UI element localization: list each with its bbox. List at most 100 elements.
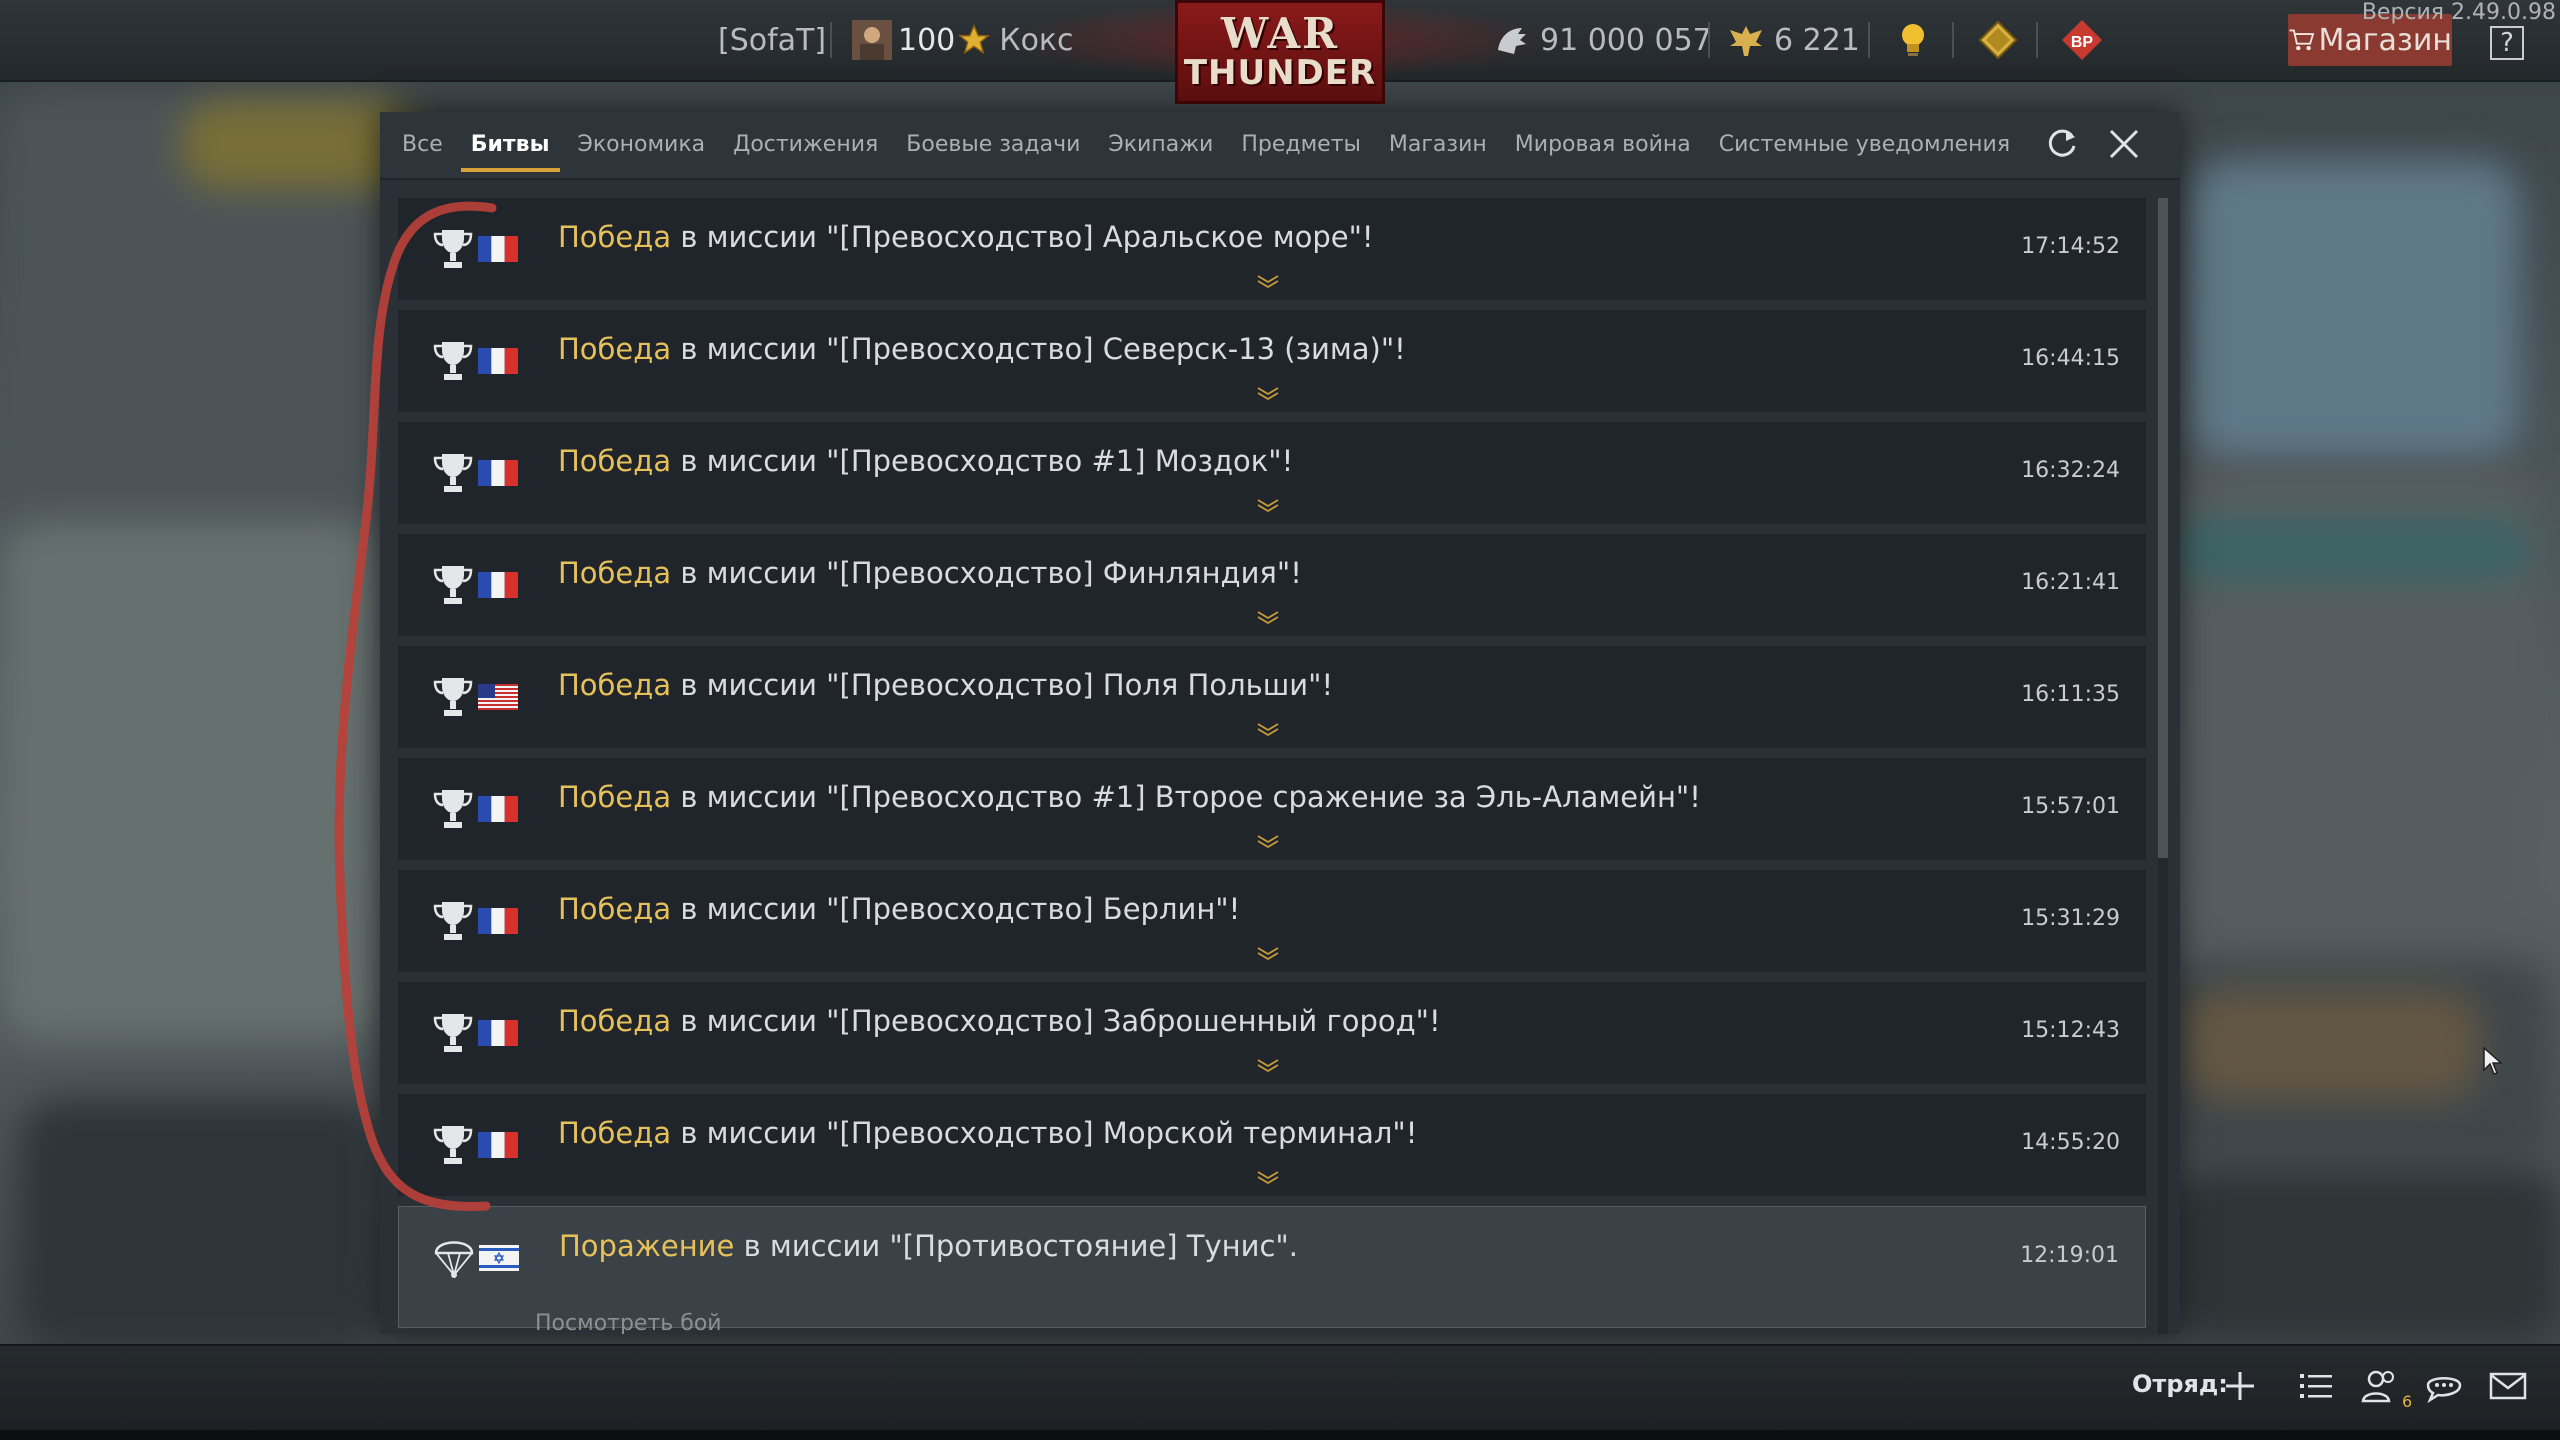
battle-result: Победа xyxy=(558,1004,672,1038)
expand-chevron-icon[interactable] xyxy=(1256,1170,1280,1184)
notification-time: 12:19:01 xyxy=(2020,1243,2119,1268)
notification-message: Поражение в миссии "[Противостояние] Тун… xyxy=(559,1229,1298,1263)
battle-pass-icon: BP xyxy=(2062,20,2102,60)
notification-message: Победа в миссии "[Превосходство] Морской… xyxy=(558,1116,1417,1150)
mission-text: в миссии "[Превосходство] Берлин"! xyxy=(671,892,1241,926)
notification-message: Победа в миссии "[Превосходство] Заброше… xyxy=(558,1004,1441,1038)
tab-achievements[interactable]: Достижения xyxy=(719,112,892,178)
chat-button[interactable] xyxy=(2422,1364,2466,1408)
squad-label: Отряд: xyxy=(2132,1370,2228,1398)
close-icon xyxy=(2109,129,2139,159)
notification-message: Победа в миссии "[Превосходство #1] Втор… xyxy=(558,780,1701,814)
trophy-icon xyxy=(433,678,473,716)
player-level: 100 xyxy=(898,22,956,58)
notification-row[interactable]: Поражение в миссии "[Противостояние] Тун… xyxy=(398,1206,2146,1334)
war-thunder-logo[interactable]: WAR THUNDER xyxy=(1175,0,1385,104)
battle-result: Победа xyxy=(558,220,672,254)
mouse-cursor xyxy=(2483,1046,2503,1075)
golden-eagles-balance[interactable]: 6 221 xyxy=(1726,0,1860,80)
notification-time: 15:12:43 xyxy=(2021,1018,2120,1043)
notification-row[interactable]: Победа в миссии "[Превосходство] Северск… xyxy=(398,310,2146,412)
player-nickname: Кокс xyxy=(999,22,1074,58)
premium-button[interactable] xyxy=(1978,0,2018,80)
notification-row[interactable]: Победа в миссии "[Превосходство] Морской… xyxy=(398,1094,2146,1196)
add-squad-member-button[interactable] xyxy=(2218,1364,2262,1408)
notification-row[interactable]: Победа в миссии "[Превосходство #1] Втор… xyxy=(398,758,2146,860)
battle-result: Поражение xyxy=(559,1229,735,1263)
battle-result: Победа xyxy=(558,668,672,702)
tab-battles[interactable]: Битвы xyxy=(457,112,564,178)
mail-icon xyxy=(2489,1372,2527,1400)
trophy-icon xyxy=(433,1014,473,1052)
avatar xyxy=(852,20,892,60)
notification-row[interactable]: Победа в миссии "[Превосходство] Поля По… xyxy=(398,646,2146,748)
logo-text-bottom: THUNDER xyxy=(1183,53,1377,93)
refresh-icon xyxy=(2048,129,2076,157)
notification-message: Победа в миссии "[Превосходство] Берлин"… xyxy=(558,892,1240,926)
player-profile[interactable]: 100 Кокс xyxy=(852,0,1074,80)
contacts-list-button[interactable] xyxy=(2294,1364,2338,1408)
mission-text: в миссии "[Превосходство] Финляндия"! xyxy=(671,556,1302,590)
expand-chevron-icon[interactable] xyxy=(1256,834,1280,848)
expand-chevron-icon[interactable] xyxy=(1256,946,1280,960)
top-bar: [SofaT] 100 Кокс WAR THUNDER 91 000 057 … xyxy=(0,0,2560,104)
mission-text: в миссии "[Превосходство] Аральское море… xyxy=(671,220,1374,254)
trophy-icon xyxy=(433,230,473,268)
tab-shop[interactable]: Магазин xyxy=(1375,112,1501,178)
trophy-icon xyxy=(433,1126,473,1164)
close-button[interactable] xyxy=(2102,122,2146,166)
lightbulb-icon xyxy=(1902,24,1924,56)
notification-row[interactable]: Победа в миссии "[Превосходство] Берлин"… xyxy=(398,870,2146,972)
flag-usa-icon xyxy=(478,684,518,710)
battle-pass-button[interactable]: BP xyxy=(2060,0,2104,80)
silver-lions-balance[interactable]: 91 000 057 xyxy=(1492,0,1712,80)
mission-text: в миссии "[Превосходство] Заброшенный го… xyxy=(671,1004,1441,1038)
scrollbar-thumb[interactable] xyxy=(2158,198,2168,858)
tab-system-notifications[interactable]: Системные уведомления xyxy=(1705,112,2024,178)
notification-row[interactable]: Победа в миссии "[Превосходство] Аральск… xyxy=(398,198,2146,300)
notification-message: Победа в миссии "[Превосходство] Финлянд… xyxy=(558,556,1302,590)
expand-chevron-icon[interactable] xyxy=(1256,274,1280,288)
notification-time: 16:32:24 xyxy=(2021,458,2120,483)
notification-time: 16:44:15 xyxy=(2021,346,2120,371)
trophy-icon xyxy=(433,790,473,828)
watch-replay-link[interactable]: Посмотреть бой xyxy=(535,1311,722,1334)
tab-world-war[interactable]: Мировая война xyxy=(1501,112,1705,178)
parachute-icon xyxy=(434,1241,474,1278)
notification-tabs: Все Битвы Экономика Достижения Боевые за… xyxy=(380,112,2180,180)
tab-economy[interactable]: Экономика xyxy=(564,112,720,178)
notification-row[interactable]: Победа в миссии "[Превосходство #1] Мозд… xyxy=(398,422,2146,524)
notification-time: 15:31:29 xyxy=(2021,906,2120,931)
friends-button[interactable] xyxy=(2358,1364,2402,1408)
expand-chevron-icon[interactable] xyxy=(1256,722,1280,736)
notification-message: Победа в миссии "[Превосходство] Поля По… xyxy=(558,668,1333,702)
notification-message: Победа в миссии "[Превосходство] Аральск… xyxy=(558,220,1374,254)
flag-france-icon xyxy=(478,236,518,262)
expand-chevron-icon[interactable] xyxy=(1256,610,1280,624)
mission-text: в миссии "[Превосходство] Поля Польши"! xyxy=(671,668,1334,702)
notification-time: 16:11:35 xyxy=(2021,682,2120,707)
premium-diamond-icon xyxy=(1978,20,2018,60)
notification-row[interactable]: Победа в миссии "[Превосходство] Заброше… xyxy=(398,982,2146,1084)
expand-chevron-icon[interactable] xyxy=(1256,498,1280,512)
mission-text: в миссии "[Превосходство] Морской термин… xyxy=(671,1116,1418,1150)
squad-tag[interactable]: [SofaT] xyxy=(718,0,826,80)
expand-chevron-icon[interactable] xyxy=(1256,1058,1280,1072)
help-button[interactable]: ? xyxy=(2490,26,2524,60)
tips-button[interactable] xyxy=(1896,0,1930,80)
refresh-button[interactable] xyxy=(2040,122,2084,166)
tab-crews[interactable]: Экипажи xyxy=(1094,112,1227,178)
notification-row[interactable]: Победа в миссии "[Превосходство] Финлянд… xyxy=(398,534,2146,636)
friends-icon xyxy=(2361,1370,2394,1403)
battle-result: Победа xyxy=(558,444,672,478)
flag-israel-icon xyxy=(479,1245,519,1271)
expand-chevron-icon[interactable] xyxy=(1256,386,1280,400)
tab-battle-tasks[interactable]: Боевые задачи xyxy=(892,112,1094,178)
battle-result: Победа xyxy=(558,780,672,814)
game-version: Версия 2.49.0.98 xyxy=(2361,0,2556,25)
mail-button[interactable] xyxy=(2486,1364,2530,1408)
tab-items[interactable]: Предметы xyxy=(1227,112,1375,178)
flag-france-icon xyxy=(478,908,518,934)
tab-all[interactable]: Все xyxy=(388,112,457,178)
flag-france-icon xyxy=(478,796,518,822)
